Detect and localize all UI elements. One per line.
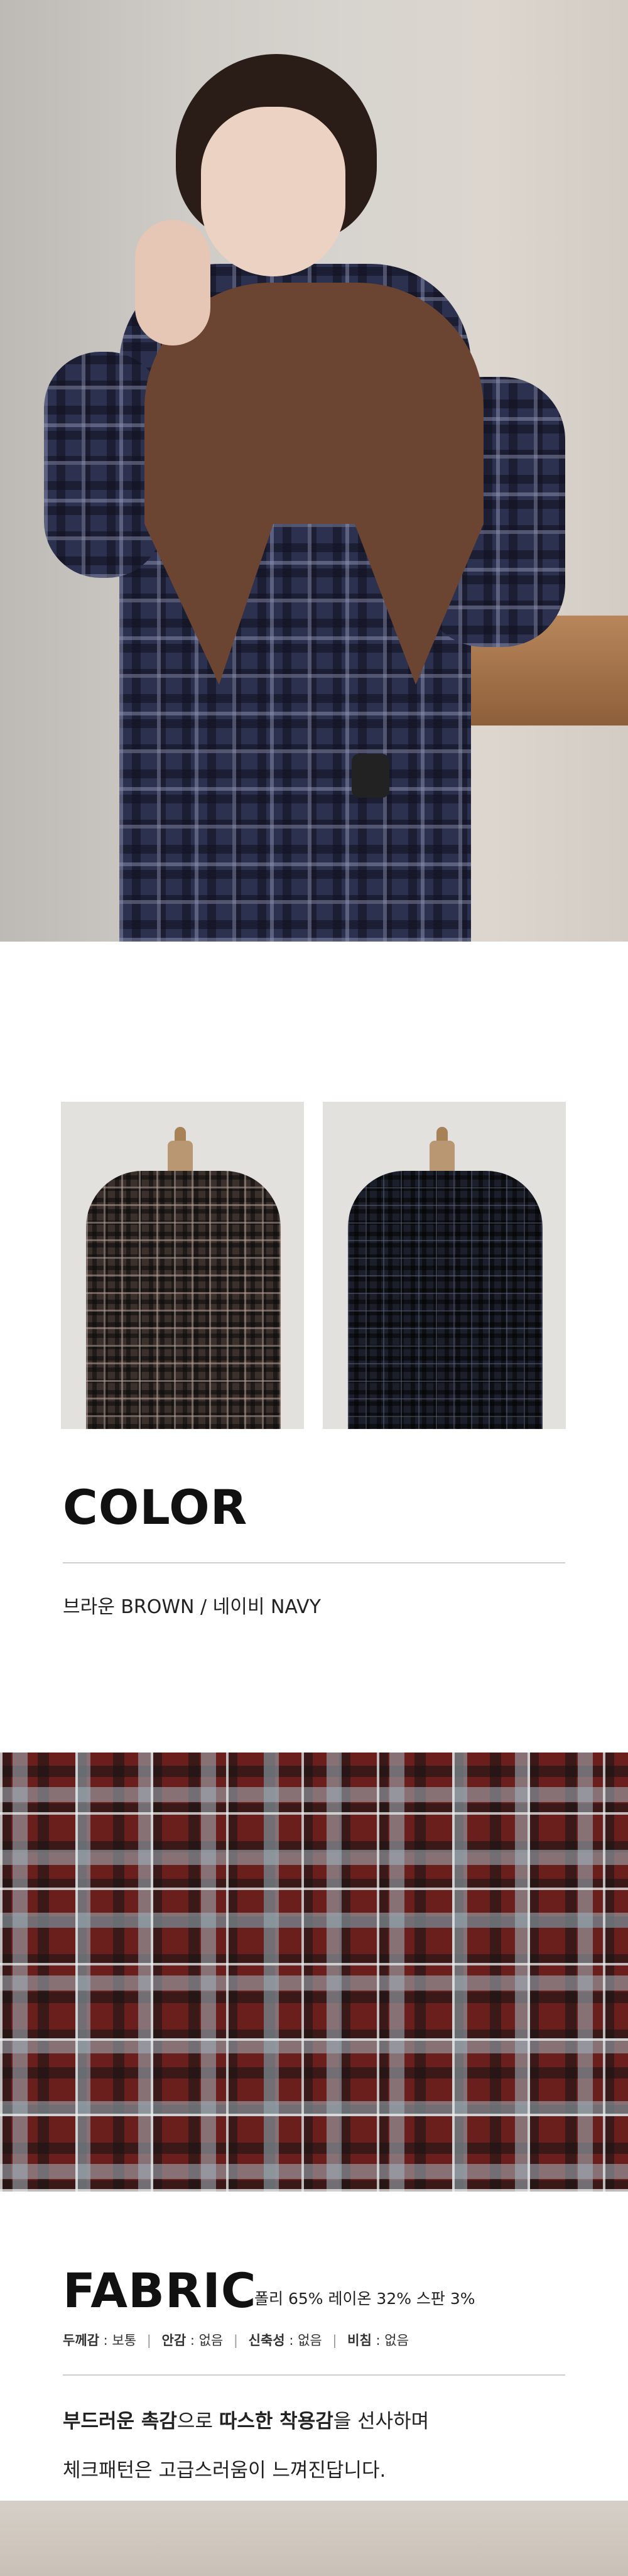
spec-label-lining: 안감 bbox=[161, 2333, 187, 2348]
fabric-description-line1: 부드러운 촉감으로 따스한 착용감을 선사하며 bbox=[63, 2412, 429, 2432]
brown-plaid-dress bbox=[86, 1171, 281, 1429]
fabric-divider bbox=[63, 2374, 565, 2376]
fabric-specs: 두께감 : 보통 | 안감 : 없음 | 신축성 : 없음 | 비침 : 없음 bbox=[63, 2333, 409, 2348]
desc-text-2: 을 선사하며 bbox=[333, 2410, 430, 2433]
color-options: 브라운 BROWN / 네이비 NAVY bbox=[63, 1596, 321, 1618]
desc-bold-2: 따스한 착용감 bbox=[219, 2410, 333, 2433]
wristwatch bbox=[352, 754, 389, 798]
fabric-closeup-photo bbox=[0, 1753, 628, 2192]
model-hand bbox=[135, 220, 210, 345]
spec-label-stretch: 신축성 bbox=[248, 2333, 285, 2348]
color-divider bbox=[63, 1562, 565, 1563]
fabric-composition: 폴리 65% 레이온 32% 스판 3% bbox=[254, 2290, 475, 2308]
fabric-title: FABRIC bbox=[63, 2263, 257, 2318]
product-thumb-navy bbox=[323, 1102, 566, 1429]
spec-label-sheerness: 비침 bbox=[347, 2333, 372, 2348]
product-thumb-brown bbox=[61, 1102, 304, 1429]
navy-plaid-dress bbox=[348, 1171, 543, 1429]
spec-value-thickness: 보통 bbox=[112, 2333, 137, 2348]
spec-value-stretch: 없음 bbox=[298, 2333, 322, 2348]
spec-value-lining: 없음 bbox=[198, 2333, 224, 2348]
spec-value-sheerness: 없음 bbox=[384, 2333, 409, 2348]
spec-label-thickness: 두께감 bbox=[63, 2333, 99, 2348]
fabric-description-line2: 체크패턴은 고급스러움이 느껴진답니다. bbox=[63, 2459, 386, 2482]
desc-text-1: 으로 bbox=[176, 2410, 219, 2433]
color-title: COLOR bbox=[63, 1479, 248, 1535]
desc-bold-1: 부드러운 촉감 bbox=[63, 2410, 177, 2433]
hero-model-photo bbox=[0, 0, 628, 2576]
model-face bbox=[201, 107, 345, 276]
